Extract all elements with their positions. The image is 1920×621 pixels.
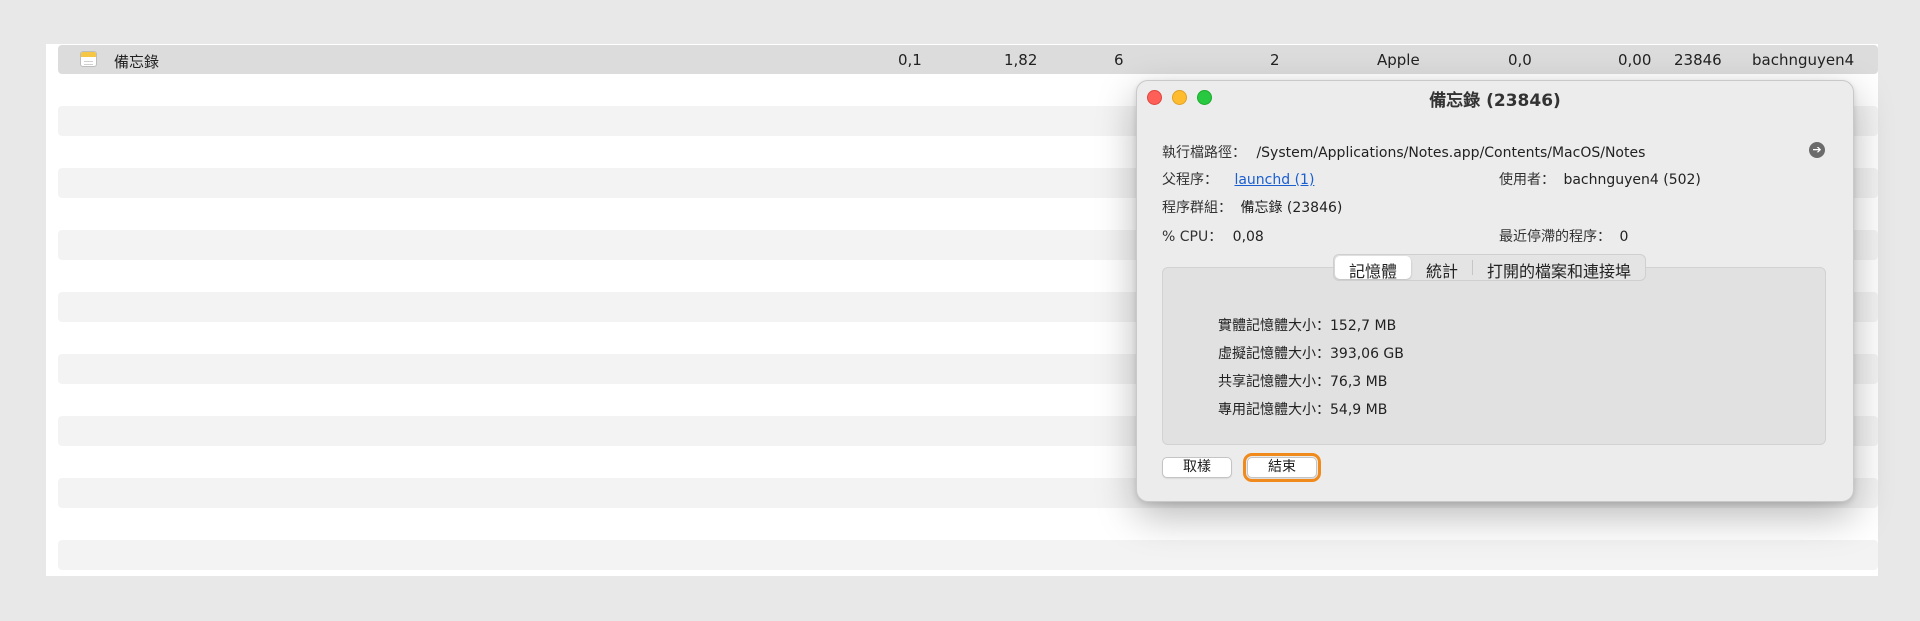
memory-row-physical: 實體記憶體大小：152,7 MB bbox=[1218, 315, 1396, 335]
table-row[interactable]: 備忘錄 0,1 1,82 6 2 Apple 0,0 0,00 23846 ba… bbox=[58, 45, 1878, 74]
memory-row-virtual: 虛擬記憶體大小：393,06 GB bbox=[1218, 343, 1404, 363]
parent-process-link[interactable]: launchd (1) bbox=[1234, 172, 1314, 188]
table-row[interactable] bbox=[58, 540, 1878, 570]
cell-col7: 0,00 bbox=[1618, 51, 1652, 69]
cell-col5: Apple bbox=[1377, 51, 1420, 69]
parent-label: 父程序： bbox=[1162, 172, 1218, 188]
info-tab-bar: 記憶體 統計 打開的檔案和連接埠 bbox=[1333, 254, 1647, 281]
memory-row-shared: 共享記憶體大小：76,3 MB bbox=[1218, 371, 1387, 391]
dialog-title: 備忘錄 (23846) bbox=[1429, 91, 1561, 111]
cpu-field: % CPU： 0,08 bbox=[1162, 226, 1264, 246]
reveal-arrow-icon[interactable]: ➔ bbox=[1809, 142, 1825, 158]
cpu-value: 0,08 bbox=[1232, 229, 1264, 245]
cpu-label: % CPU： bbox=[1162, 229, 1223, 245]
cell-col1: 0,1 bbox=[898, 51, 922, 69]
cell-pid: 23846 bbox=[1674, 51, 1722, 69]
quit-button[interactable]: 結束 bbox=[1243, 453, 1321, 482]
parent-field: 父程序： launchd (1) bbox=[1162, 169, 1314, 189]
tab-statistics[interactable]: 統計 bbox=[1412, 255, 1472, 280]
memory-label: 專用記憶體大小： bbox=[1218, 402, 1330, 418]
group-label: 程序群組： bbox=[1162, 200, 1232, 216]
cell-user: bachnguyen4 bbox=[1752, 51, 1855, 69]
exec-path-field: 執行檔路徑： /System/Applications/Notes.app/Co… bbox=[1162, 142, 1645, 162]
recent-field: 最近停滯的程序： 0 bbox=[1499, 226, 1628, 246]
memory-value: 76,3 MB bbox=[1330, 374, 1388, 390]
tab-memory[interactable]: 記憶體 bbox=[1335, 256, 1412, 280]
memory-value: 152,7 MB bbox=[1330, 318, 1397, 334]
memory-value: 393,06 GB bbox=[1330, 346, 1404, 362]
recent-value: 0 bbox=[1619, 229, 1629, 245]
group-field: 程序群組： 備忘錄 (23846) bbox=[1162, 197, 1342, 217]
memory-label: 共享記憶體大小： bbox=[1218, 374, 1330, 390]
cell-col2: 1,82 bbox=[1004, 51, 1038, 69]
memory-row-private: 專用記憶體大小：54,9 MB bbox=[1218, 399, 1387, 419]
user-field: 使用者： bachnguyen4 (502) bbox=[1499, 169, 1701, 189]
memory-value: 54,9 MB bbox=[1330, 402, 1388, 418]
memory-label: 虛擬記憶體大小： bbox=[1218, 346, 1330, 362]
sample-button[interactable]: 取樣 bbox=[1162, 457, 1232, 478]
exec-path-value: /System/Applications/Notes.app/Contents/… bbox=[1256, 145, 1646, 161]
process-info-dialog: 備忘錄 (23846) 執行檔路徑： /System/Applications/… bbox=[1136, 80, 1854, 502]
notes-icon bbox=[80, 51, 97, 67]
user-label: 使用者： bbox=[1499, 172, 1555, 188]
exec-path-label: 執行檔路徑： bbox=[1162, 145, 1246, 161]
memory-panel: 實體記憶體大小：152,7 MB 虛擬記憶體大小：393,06 GB 共享記憶體… bbox=[1162, 267, 1826, 445]
tab-open-files-ports[interactable]: 打開的檔案和連接埠 bbox=[1473, 255, 1645, 280]
recent-label: 最近停滯的程序： bbox=[1499, 229, 1611, 245]
cell-col6: 0,0 bbox=[1508, 51, 1532, 69]
user-value: bachnguyen4 (502) bbox=[1563, 172, 1701, 188]
cell-col4: 2 bbox=[1270, 51, 1280, 69]
cell-col3: 6 bbox=[1114, 51, 1124, 69]
group-value: 備忘錄 (23846) bbox=[1240, 200, 1343, 216]
memory-label: 實體記憶體大小： bbox=[1218, 318, 1330, 334]
process-name: 備忘錄 bbox=[114, 53, 160, 71]
